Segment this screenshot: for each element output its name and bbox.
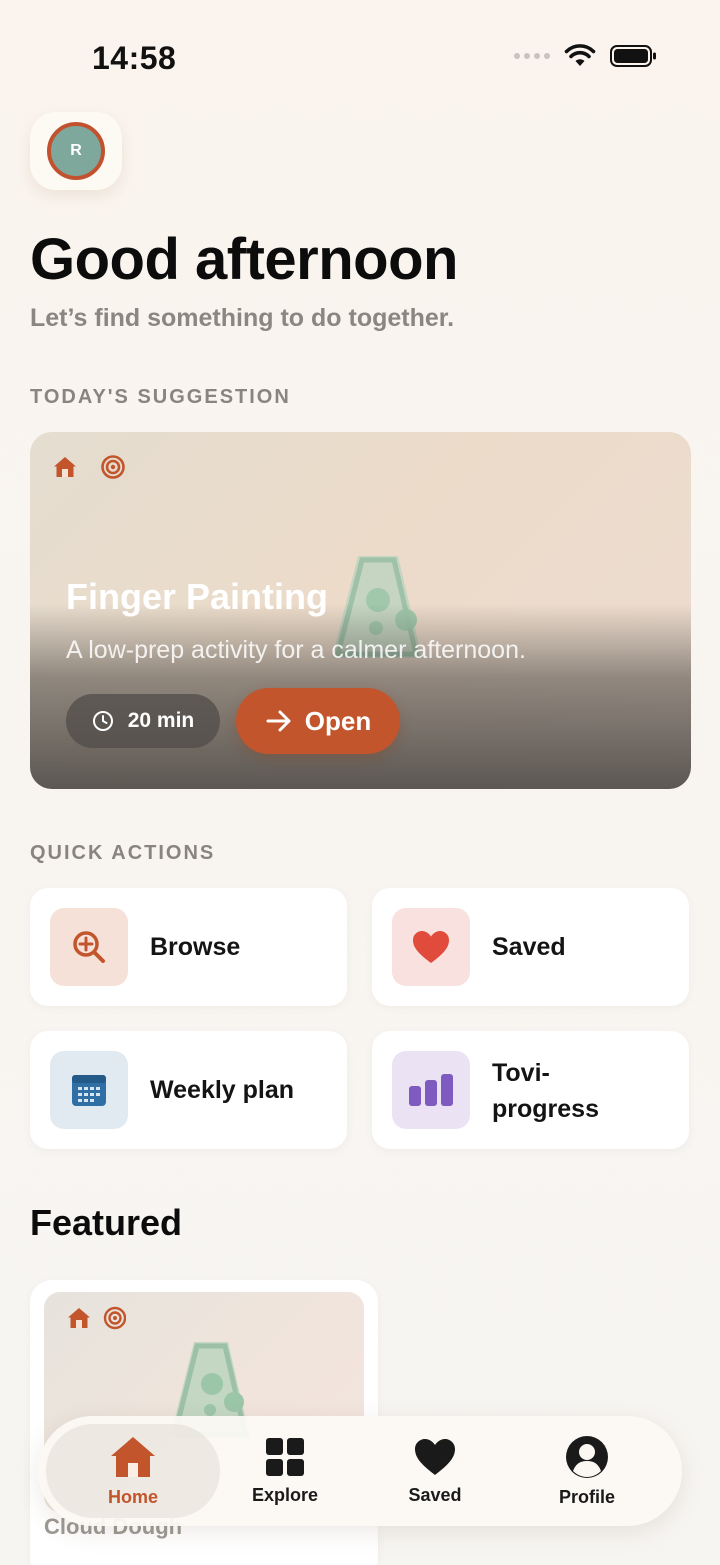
clock-icon xyxy=(92,711,113,731)
quick-action-label: Browse xyxy=(150,933,241,961)
tab-bar: Home Explore Saved Profile xyxy=(38,1416,682,1526)
tab-home[interactable]: Home xyxy=(46,1416,220,1526)
status-icons xyxy=(514,44,658,68)
tab-label: Home xyxy=(107,1486,158,1507)
wifi-icon xyxy=(564,44,596,66)
heart-icon xyxy=(392,908,470,986)
suggestion-card[interactable]: Finger Painting A low-prep activity for … xyxy=(30,432,691,789)
page-title: Good afternoon xyxy=(30,227,458,292)
suggestion-title: Finger Painting xyxy=(66,576,329,617)
activity-tags xyxy=(52,454,126,480)
tab-profile[interactable]: Profile xyxy=(512,1416,662,1526)
avatar-button[interactable]: R xyxy=(30,112,122,190)
open-button-label: Open xyxy=(304,705,372,736)
section-label-suggestion: TODAY'S SUGGESTION xyxy=(30,386,291,408)
tab-label: Explore xyxy=(251,1484,319,1505)
tab-saved[interactable]: Saved xyxy=(360,1416,510,1526)
home-icon xyxy=(111,1436,155,1477)
duration-badge: 20 min xyxy=(66,694,220,748)
quick-action-label: Weekly plan xyxy=(150,1076,295,1104)
target-icon xyxy=(101,455,125,479)
avatar: R xyxy=(47,122,105,180)
section-label-quick-actions: QUICK ACTIONS xyxy=(30,842,216,864)
bar-chart-icon xyxy=(392,1051,470,1129)
suggestion-description: A low-prep activity for a calmer afterno… xyxy=(66,636,526,664)
page-subtitle: Let’s find something to do together. xyxy=(30,304,455,332)
status-time: 14:58 xyxy=(92,40,177,76)
quick-action-label: Saved xyxy=(492,933,566,961)
quick-action-browse[interactable]: Browse xyxy=(30,888,347,1006)
avatar-initial: R xyxy=(70,142,82,159)
open-button[interactable]: Open xyxy=(236,688,400,754)
tab-label: Saved xyxy=(408,1484,462,1505)
grid-icon xyxy=(266,1437,304,1476)
tab-label: Profile xyxy=(558,1486,615,1507)
activity-tags xyxy=(68,1306,126,1330)
quick-action-saved[interactable]: Saved xyxy=(372,888,689,1006)
calendar-icon xyxy=(50,1051,128,1129)
battery-icon xyxy=(610,45,656,67)
search-plus-icon xyxy=(50,908,128,986)
quick-action-tovi-progress[interactable]: Tovi-progress xyxy=(372,1031,689,1149)
home-icon xyxy=(54,457,76,477)
tab-explore[interactable]: Explore xyxy=(210,1416,360,1526)
featured-title: Featured xyxy=(30,1202,183,1243)
signal-icon xyxy=(514,53,550,59)
quick-action-label: Tovi-progress xyxy=(492,1059,599,1123)
heart-icon xyxy=(415,1438,455,1475)
duration-text: 20 min xyxy=(127,709,195,732)
quick-action-weekly-plan[interactable]: Weekly plan xyxy=(30,1031,347,1149)
arrow-right-icon xyxy=(266,710,291,732)
user-circle-icon xyxy=(566,1435,608,1478)
status-bar: 14:58 xyxy=(0,0,720,110)
